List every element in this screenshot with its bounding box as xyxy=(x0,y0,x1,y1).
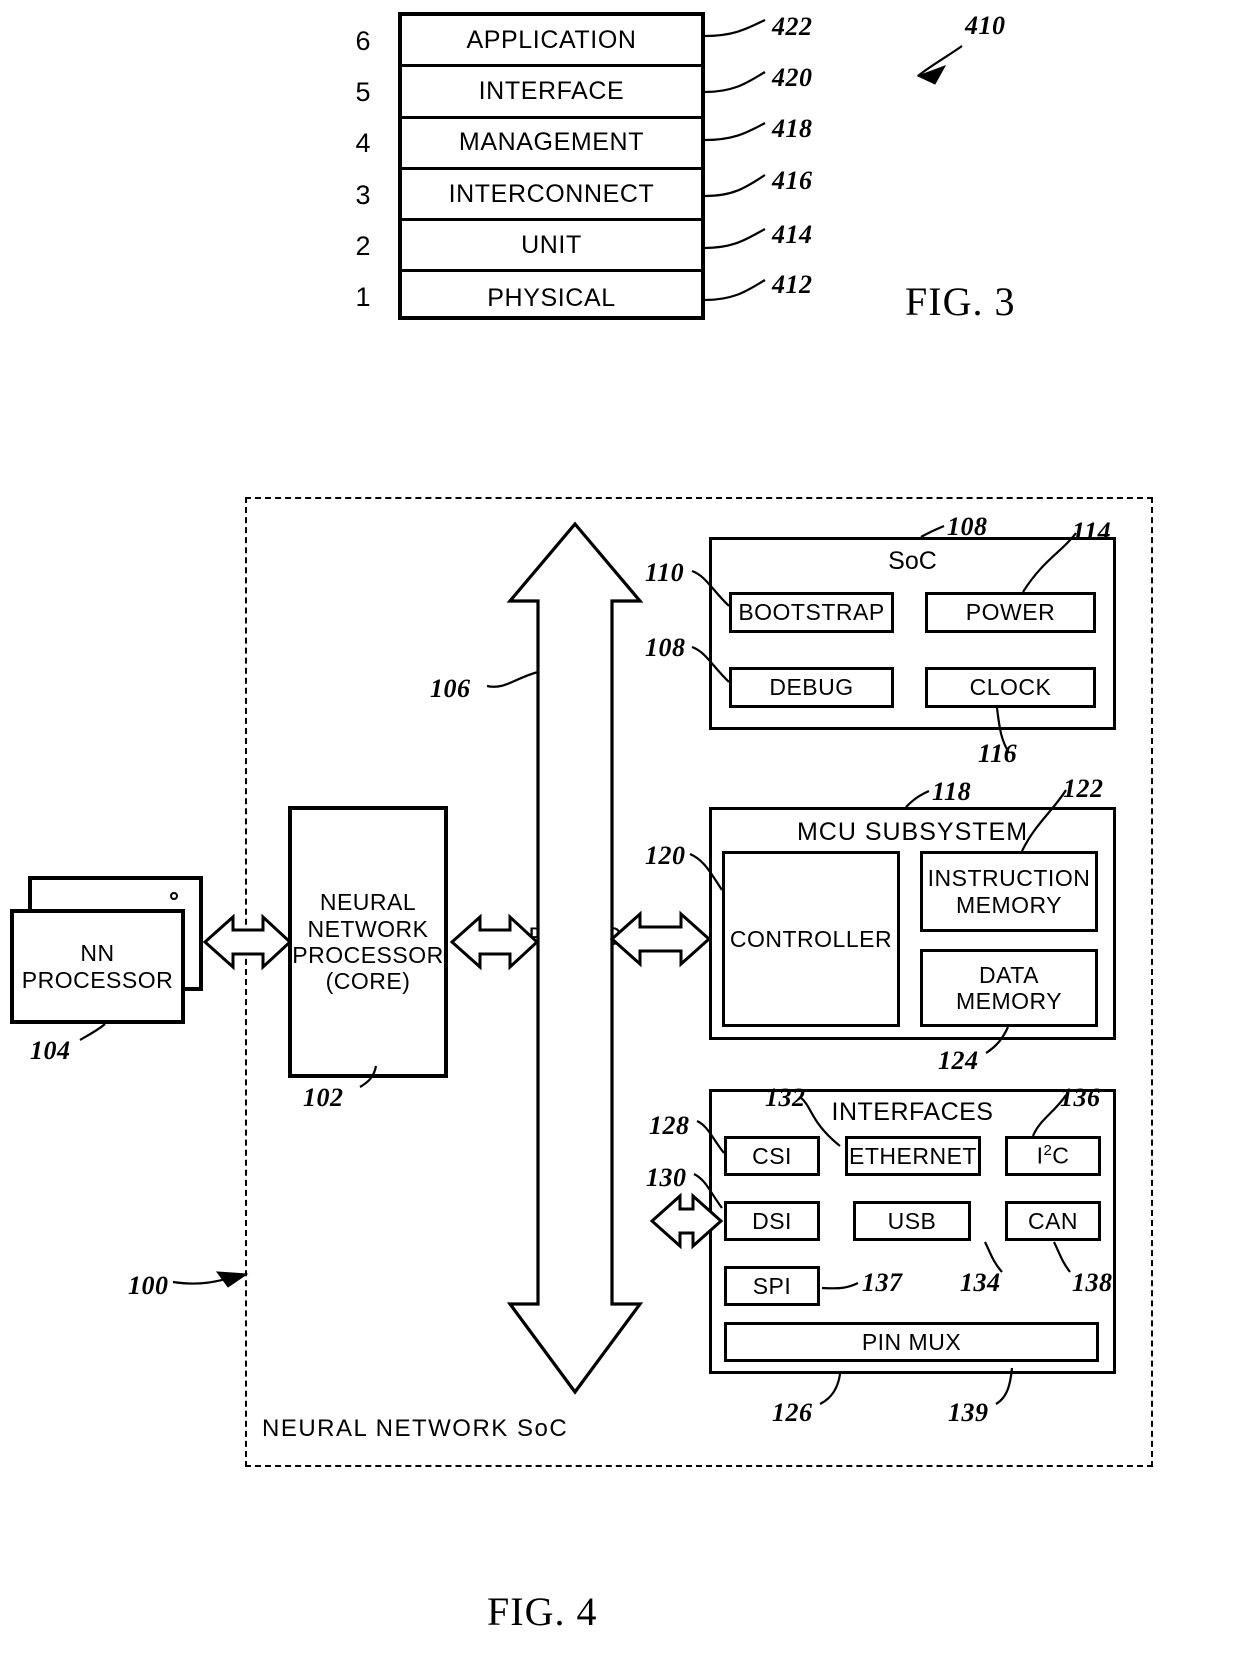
usb-ref: 134 xyxy=(960,1268,1001,1297)
stack-layer-interconnect: INTERCONNECT xyxy=(402,170,701,222)
power-ref: 114 xyxy=(1072,517,1112,546)
stack-layer-interface: INTERFACE xyxy=(402,67,701,119)
bus-fabric-ref: 106 xyxy=(430,674,471,703)
csi-ref: 128 xyxy=(649,1111,690,1140)
debug-block: DEBUG xyxy=(729,667,894,708)
power-block: POWER xyxy=(925,592,1096,633)
stack-layer-number: 4 xyxy=(355,128,371,158)
stack-layer-ref: 420 xyxy=(772,63,813,92)
debug-ref: 108 xyxy=(645,633,686,662)
dsi-block: DSI xyxy=(724,1201,820,1241)
soc-group-title: SoC xyxy=(888,547,937,575)
data-memory-ref: 124 xyxy=(938,1046,979,1075)
nn-core-ref: 102 xyxy=(303,1083,344,1112)
pin-mux-ref: 139 xyxy=(948,1398,989,1427)
ethernet-ref: 132 xyxy=(765,1083,806,1112)
can-block: CAN xyxy=(1005,1201,1101,1241)
fig4-caption: FIG. 4 xyxy=(487,1589,598,1634)
ethernet-block: ETHERNET xyxy=(845,1136,981,1176)
data-memory-block: DATA MEMORY xyxy=(920,949,1098,1027)
stack-layer-number: 3 xyxy=(355,180,371,210)
soc-group-ref: 108 xyxy=(947,512,988,541)
instruction-memory-ref: 122 xyxy=(1063,774,1104,803)
clock-block: CLOCK xyxy=(925,667,1096,708)
bus-fabric-label: BUS FABRIC xyxy=(528,895,622,951)
bootstrap-ref: 110 xyxy=(645,558,685,587)
interfaces-group-ref: 126 xyxy=(772,1398,813,1427)
system-ref-100: 100 xyxy=(128,1271,169,1300)
stack-layer-management: MANAGEMENT xyxy=(402,119,701,170)
soc-boundary-label: NEURAL NETWORK SoC xyxy=(262,1415,569,1442)
csi-block: CSI xyxy=(724,1136,820,1176)
neural-network-processor-core-block: NEURAL NETWORK PROCESSOR (CORE) xyxy=(288,806,448,1078)
stack-layer-number: 5 xyxy=(355,77,371,107)
dsi-ref: 130 xyxy=(646,1163,687,1192)
stack-layer-ref: 414 xyxy=(772,220,813,249)
stack-layer-physical: PHYSICAL xyxy=(487,283,616,312)
controller-ref: 120 xyxy=(645,841,686,870)
spi-ref: 137 xyxy=(862,1268,903,1297)
pin-mux-block: PIN MUX xyxy=(724,1322,1099,1362)
stack-layer-number: 6 xyxy=(355,26,371,56)
controller-block: CONTROLLER xyxy=(722,851,900,1027)
stack-layer-ref: 416 xyxy=(772,166,813,195)
nn-processor-ref: 104 xyxy=(30,1036,71,1065)
spi-block: SPI xyxy=(724,1266,820,1306)
i2c-block: I2C xyxy=(1005,1136,1101,1176)
clock-ref: 116 xyxy=(978,739,1018,768)
nn-processor-block: NN PROCESSOR xyxy=(10,909,185,1024)
instruction-memory-block: INSTRUCTION MEMORY xyxy=(920,851,1098,932)
stack-layer-ref: 422 xyxy=(772,12,813,41)
stack-layer-number: 1 xyxy=(355,282,371,312)
stack-layer-unit: UNIT xyxy=(402,221,701,273)
mcu-subsystem-ref: 118 xyxy=(932,777,972,806)
bootstrap-block: BOOTSTRAP xyxy=(729,592,894,633)
usb-block: USB xyxy=(853,1201,971,1241)
mcu-subsystem-title: MCU SUBSYSTEM xyxy=(796,818,1029,846)
i2c-label: I2C xyxy=(1036,1142,1070,1170)
stack-layer-application: APPLICATION xyxy=(402,16,701,68)
protocol-stack-diagram: APPLICATION INTERFACE MANAGEMENT INTERCO… xyxy=(398,12,705,320)
fig3-caption: FIG. 3 xyxy=(905,279,1016,324)
fig3-diagram-ref: 410 xyxy=(965,11,1006,40)
stack-layer-number: 2 xyxy=(355,231,371,261)
stack-layer-ref: 418 xyxy=(772,114,813,143)
stack-layer-ref: 412 xyxy=(772,270,813,299)
i2c-ref: 136 xyxy=(1060,1083,1101,1112)
can-ref: 138 xyxy=(1072,1268,1113,1297)
nn-processor-dot-icon xyxy=(170,892,178,900)
